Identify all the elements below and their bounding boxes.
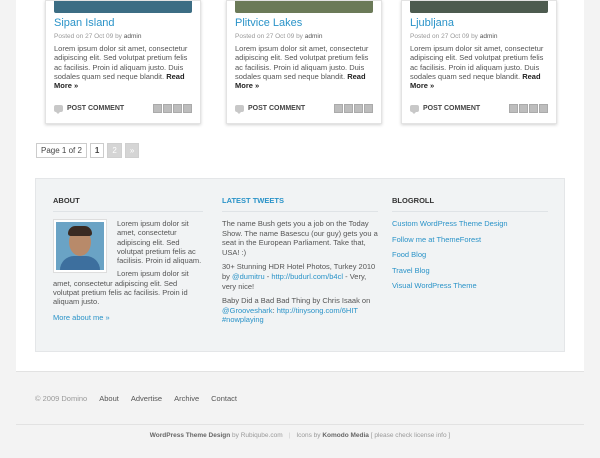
credit-icons: Icons by (296, 432, 323, 439)
post-author[interactable]: admin (305, 33, 323, 40)
post-excerpt: Lorem ipsum dolor sit amet, consectetur … (235, 44, 373, 90)
post-meta: Posted on 27 Oct 09 by admin (410, 32, 548, 41)
tweet-url-link[interactable]: http://budurl.com/b4cl (271, 272, 343, 281)
blogroll-list: Custom WordPress Theme Design Follow me … (392, 219, 548, 290)
about-widget-title: ABOUT (53, 196, 203, 212)
blogroll-link[interactable]: Custom WordPress Theme Design (392, 219, 548, 228)
comment-icon (54, 104, 63, 114)
post-comment-link[interactable]: POST COMMENT (423, 105, 480, 112)
about-paragraph: Lorem ipsum dolor sit amet, consectetur … (53, 269, 189, 307)
post-author[interactable]: admin (124, 33, 142, 40)
share-icons (334, 103, 373, 113)
post-thumbnail[interactable] (410, 1, 548, 13)
post-thumbnail[interactable] (54, 1, 192, 13)
post-card: Ljubljana Posted on 27 Oct 09 by admin L… (401, 0, 557, 124)
blogroll-link[interactable]: Food Blog (392, 250, 548, 259)
more-about-link[interactable]: More about me » (53, 313, 203, 322)
comment-icon (410, 104, 419, 114)
page-current: 1 (89, 143, 105, 158)
footer-nav-contact[interactable]: Contact (211, 394, 237, 403)
post-title-link[interactable]: Ljubljana (410, 17, 548, 30)
post-meta: Posted on 27 Oct 09 by admin (235, 32, 373, 41)
credit-design-link[interactable]: WordPress Theme Design (150, 432, 230, 439)
post-card: Sipan Island Posted on 27 Oct 09 by admi… (45, 0, 201, 124)
blogroll-link[interactable]: Visual WordPress Theme (392, 281, 548, 290)
credit-komodo-link[interactable]: Komodo Media (322, 432, 369, 439)
share-twitter-icon[interactable] (529, 103, 538, 113)
share-stumbleupon-icon[interactable] (153, 103, 162, 113)
tweet-hashtag-link[interactable]: #nowplaying (222, 315, 264, 324)
blogroll-widget: BLOGROLL Custom WordPress Theme Design F… (392, 196, 548, 297)
footer-nav-archive[interactable]: Archive (174, 394, 199, 403)
copyright: © 2009 Domino (35, 394, 88, 403)
post-comment-link[interactable]: POST COMMENT (248, 105, 305, 112)
tweets-widget: LATEST TWEETS The name Bush gets you a j… (222, 196, 378, 330)
footer-divider (16, 424, 584, 425)
footer-nav-advertise[interactable]: Advertise (131, 394, 162, 403)
footer-widgets: ABOUT Lorem ipsum dolor sit amet, consec… (35, 178, 565, 352)
share-stumbleupon-icon[interactable] (509, 103, 518, 113)
post-card: Plitvice Lakes Posted on 27 Oct 09 by ad… (226, 0, 382, 124)
share-twitter-icon[interactable] (354, 103, 363, 113)
page-2-link[interactable]: 2 (107, 143, 122, 158)
post-footer: POST COMMENT (410, 101, 548, 115)
page-info: Page 1 of 2 (36, 143, 87, 158)
share-delicious-icon[interactable] (163, 103, 172, 113)
avatar (53, 219, 107, 273)
post-footer: POST COMMENT (54, 101, 192, 115)
blogroll-link[interactable]: Travel Blog (392, 266, 548, 275)
blogroll-link[interactable]: Follow me at ThemeForest (392, 235, 548, 244)
footer-nav-about[interactable]: About (99, 394, 119, 403)
post-date: Posted on 27 Oct 09 by (54, 33, 122, 40)
post-footer: POST COMMENT (235, 101, 373, 115)
tweet-mention-link[interactable]: @Grooveshark (222, 306, 273, 315)
tweet-item: Baby Did a Bad Bad Thing by Chris Isaak … (222, 296, 371, 325)
share-icons (153, 103, 192, 113)
share-twitter-icon[interactable] (173, 103, 182, 113)
blogroll-widget-title: BLOGROLL (392, 196, 548, 212)
tweet-url-link[interactable]: http://tinysong.com/6HIT (277, 306, 358, 315)
tweet-item: The name Bush gets you a job on the Toda… (222, 219, 378, 257)
footer-nav: © 2009 Domino About Advertise Archive Co… (35, 394, 237, 403)
credits: WordPress Theme Design by Rubiqube.com | I… (149, 432, 451, 439)
share-rss-icon[interactable] (539, 103, 548, 113)
post-title-link[interactable]: Plitvice Lakes (235, 17, 373, 30)
post-thumbnail[interactable] (235, 1, 373, 13)
post-title-link[interactable]: Sipan Island (54, 17, 192, 30)
comment-icon (235, 104, 244, 114)
share-rss-icon[interactable] (364, 103, 373, 113)
pagination: Page 1 of 2 1 2 » (36, 143, 140, 158)
post-excerpt: Lorem ipsum dolor sit amet, consectetur … (54, 44, 192, 90)
page-next-link[interactable]: » (124, 143, 140, 158)
share-rss-icon[interactable] (183, 103, 192, 113)
about-widget: ABOUT Lorem ipsum dolor sit amet, consec… (53, 196, 203, 322)
credit-by: by Rubiqube.com (230, 432, 283, 439)
post-excerpt: Lorem ipsum dolor sit amet, consectetur … (410, 44, 548, 90)
tweets-widget-title: LATEST TWEETS (222, 196, 378, 212)
main-content: Sipan Island Posted on 27 Oct 09 by admi… (16, 0, 584, 372)
share-stumbleupon-icon[interactable] (334, 103, 343, 113)
tweet-item: 30+ Stunning HDR Hotel Photos, Turkey 20… (222, 262, 376, 291)
post-author[interactable]: admin (480, 33, 498, 40)
share-delicious-icon[interactable] (344, 103, 353, 113)
share-delicious-icon[interactable] (519, 103, 528, 113)
post-comment-link[interactable]: POST COMMENT (67, 105, 124, 112)
share-icons (509, 103, 548, 113)
post-date: Posted on 27 Oct 09 by (235, 33, 303, 40)
post-meta: Posted on 27 Oct 09 by admin (54, 32, 192, 41)
credit-license: [ please check license info ] (368, 432, 451, 439)
tweet-mention-link[interactable]: @dumitru (232, 272, 265, 281)
post-date: Posted on 27 Oct 09 by (410, 33, 478, 40)
